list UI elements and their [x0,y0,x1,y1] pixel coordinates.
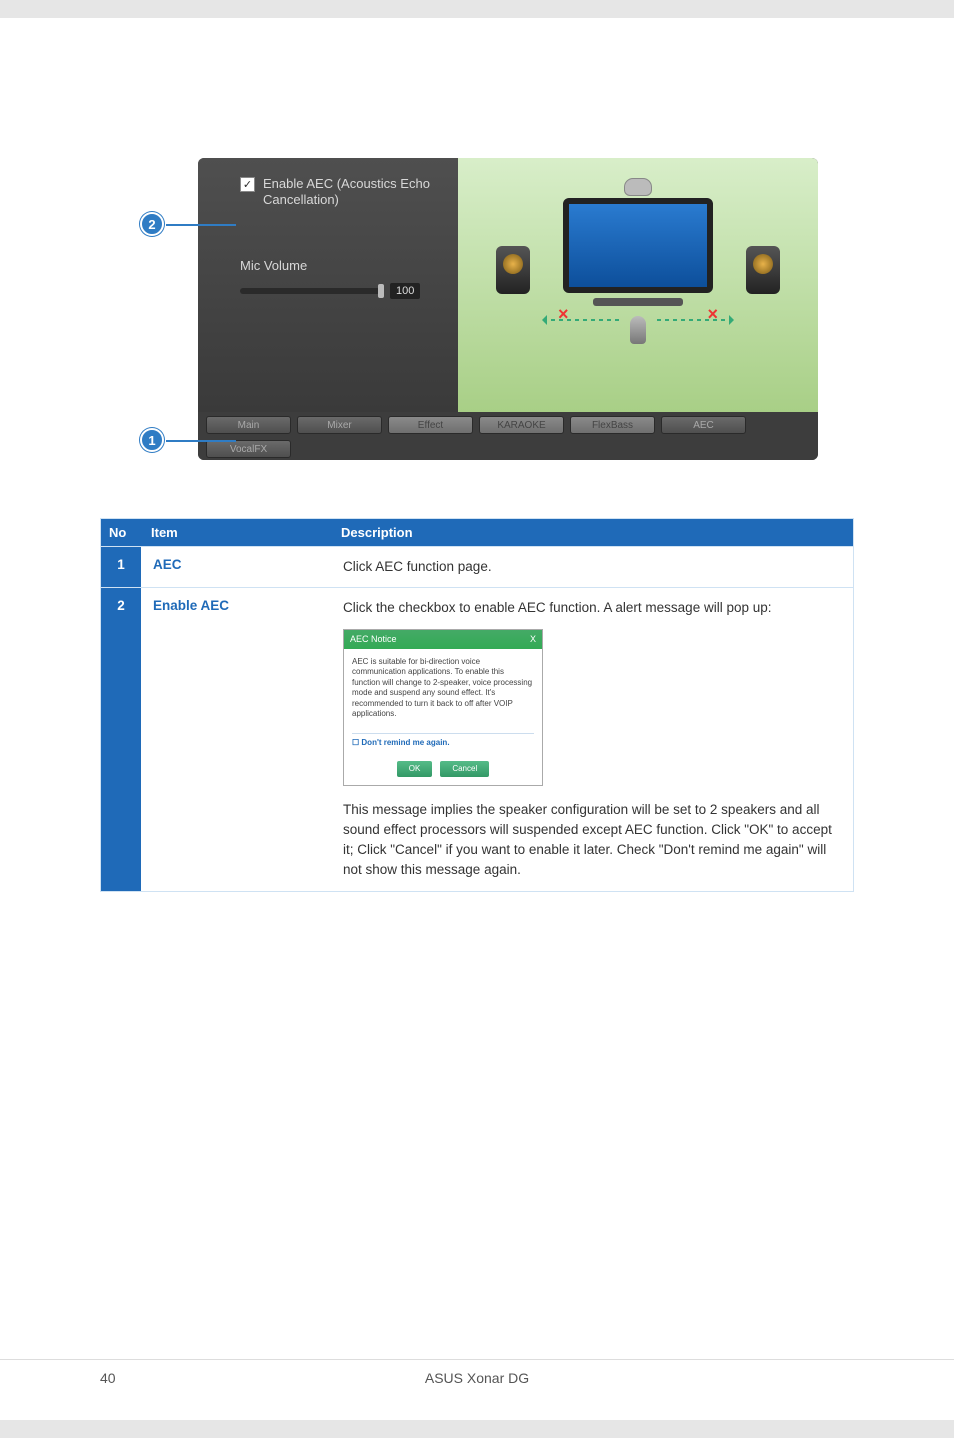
table-row: 1 AEC Click AEC function page. [101,547,853,588]
description-table: No Item Description 1 AEC Click AEC func… [100,518,854,892]
close-icon[interactable]: X [530,633,536,647]
aec-notice-dialog: AEC Notice X AEC is suitable for bi-dire… [343,629,543,786]
mic-volume-label: Mic Volume [240,258,444,273]
cancel-button[interactable]: Cancel [440,761,489,777]
col-header-item: Item [141,519,331,547]
callout-marker-2: 2 [140,212,164,236]
disabled-x-right-icon: × [707,304,718,325]
table-row: 2 Enable AEC Click the checkbox to enabl… [101,588,853,891]
cell-item: Enable AEC [141,588,331,891]
tab-bar: Main Mixer Effect KARAOKE FlexBass AEC V… [198,412,818,460]
tab-vocalfx[interactable]: VocalFX [206,440,291,458]
monitor-icon [563,198,713,293]
tab-karaoke[interactable]: KARAOKE [479,416,564,434]
enable-aec-label: Enable AEC (Acoustics Echo Cancellation) [263,176,444,208]
desc-text-1: Click the checkbox to enable AEC functio… [343,598,841,618]
dialog-title: AEC Notice [350,633,397,647]
col-header-desc: Description [331,519,853,547]
callout-line-2 [166,224,236,226]
cell-no: 2 [101,588,141,891]
ok-button[interactable]: OK [397,761,433,777]
tab-effect[interactable]: Effect [388,416,473,434]
app-panel: ✓ Enable AEC (Acoustics Echo Cancellatio… [198,158,818,460]
callout-marker-1: 1 [140,428,164,452]
dont-remind-label: Don't remind me again. [361,738,449,747]
arrow-right-icon [653,319,733,321]
microphone-icon [630,316,646,344]
tab-mixer[interactable]: Mixer [297,416,382,434]
speaker-left-icon [496,246,530,294]
speaker-right-icon [746,246,780,294]
tab-aec[interactable]: AEC [661,416,746,434]
desc-text-2: This message implies the speaker configu… [343,800,841,881]
mic-volume-slider[interactable] [240,288,380,294]
cell-desc: Click AEC function page. [331,547,853,588]
footer-product: ASUS Xonar DG [0,1359,954,1386]
speaker-scene: × × [458,158,818,413]
cell-item: AEC [141,547,331,588]
tab-flexbass[interactable]: FlexBass [570,416,655,434]
cell-desc: Click the checkbox to enable AEC functio… [331,588,853,891]
disabled-x-left-icon: × [558,304,569,325]
slider-thumb[interactable] [378,284,384,298]
cell-no: 1 [101,547,141,588]
dialog-body: AEC is suitable for bi-direction voice c… [352,657,534,719]
tab-main[interactable]: Main [206,416,291,434]
col-header-no: No [101,519,141,547]
callout-line-1 [166,440,236,442]
mic-volume-value: 100 [390,283,420,299]
webcam-icon [624,178,652,196]
arrow-left-icon [543,319,623,321]
aec-settings-pane: ✓ Enable AEC (Acoustics Echo Cancellatio… [198,158,458,413]
dont-remind-checkbox[interactable]: ☐ [352,738,359,747]
enable-aec-checkbox[interactable]: ✓ [240,177,255,192]
monitor-stand [593,298,683,306]
